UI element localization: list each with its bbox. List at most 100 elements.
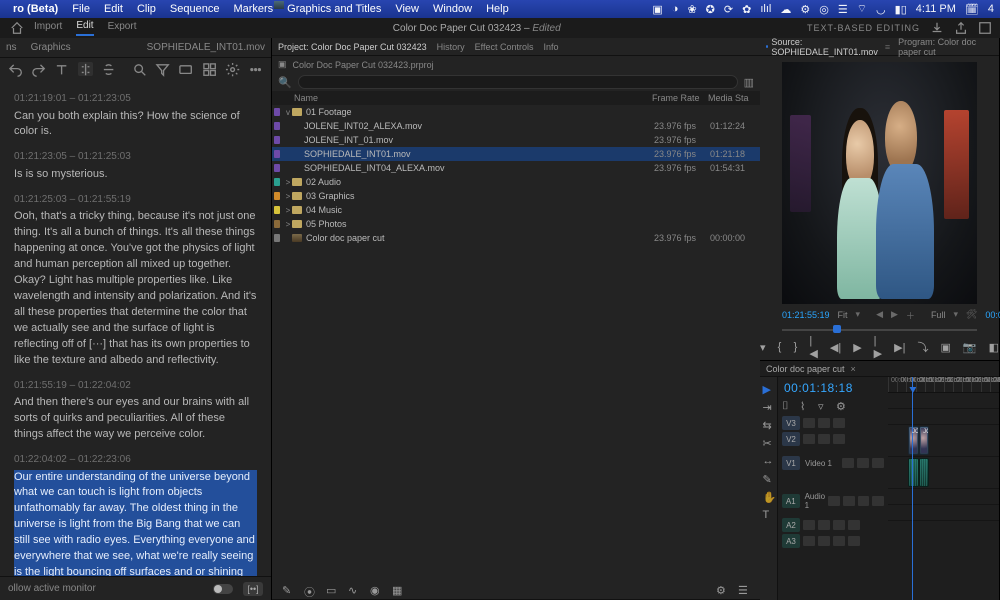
cc-icon[interactable] bbox=[178, 62, 193, 76]
project-row[interactable]: >04 Music bbox=[272, 203, 760, 217]
close-sequence-icon[interactable]: × bbox=[851, 364, 856, 374]
mark-out-icon[interactable]: } bbox=[793, 340, 797, 354]
track-toggle[interactable] bbox=[833, 418, 845, 428]
timeline-clip[interactable] bbox=[919, 458, 929, 487]
comparison-icon[interactable]: ◧ bbox=[989, 340, 999, 354]
menu-view[interactable]: View bbox=[388, 3, 426, 15]
insert-icon[interactable]: ⤵ bbox=[917, 340, 928, 354]
linked-icon[interactable]: ⌇ bbox=[800, 400, 812, 410]
menu-help[interactable]: Help bbox=[479, 3, 516, 15]
chevron-down-icon[interactable]: ▾ bbox=[856, 309, 861, 321]
ripple-tool-icon[interactable]: ⇆ bbox=[763, 419, 775, 431]
filter-icon[interactable] bbox=[155, 62, 170, 76]
fit-dropdown[interactable]: Fit bbox=[838, 310, 848, 320]
wheels-icon[interactable]: ◉ bbox=[370, 584, 382, 596]
info-tab[interactable]: Info bbox=[543, 42, 558, 52]
project-search-input[interactable] bbox=[298, 75, 738, 89]
video-canvas[interactable] bbox=[782, 62, 977, 304]
share-icon[interactable] bbox=[954, 21, 968, 35]
transcript-body[interactable]: 01:21:19:01 – 01:21:23:05Can you both ex… bbox=[0, 80, 271, 576]
timeline-lane[interactable] bbox=[888, 489, 999, 505]
video-track-header[interactable]: V1Video 1 bbox=[782, 447, 884, 479]
timeline-lane[interactable] bbox=[888, 393, 999, 409]
tray-icon[interactable]: ✿ bbox=[742, 3, 751, 16]
track-select-tool-icon[interactable]: ⇥ bbox=[763, 401, 775, 413]
project-row[interactable]: >02 Audio bbox=[272, 175, 760, 189]
export-frame-icon[interactable]: 📷 bbox=[963, 340, 977, 354]
type-tool-icon[interactable]: T bbox=[763, 509, 775, 521]
tray-icon[interactable]: ▣ bbox=[652, 3, 662, 16]
project-row[interactable]: JOLENE_INT02_ALEXA.mov23.976 fps01:12:24 bbox=[272, 119, 760, 133]
tray-icon[interactable]: ◎ bbox=[819, 3, 829, 16]
grid-icon[interactable] bbox=[202, 62, 217, 76]
undo-icon[interactable] bbox=[8, 62, 23, 76]
track-toggle[interactable] bbox=[848, 536, 860, 546]
strike-icon[interactable] bbox=[101, 62, 116, 76]
transcript-subtab[interactable]: ns bbox=[6, 42, 17, 53]
mask-icon[interactable]: ▭ bbox=[326, 584, 338, 596]
track-toggle[interactable] bbox=[858, 496, 870, 506]
scopes-icon[interactable]: ▦ bbox=[392, 584, 404, 596]
new-bin-icon[interactable]: ▥ bbox=[744, 76, 754, 89]
timeline-body[interactable]: 00:00:00:1800:00:29:1800:00:59:2200:01:2… bbox=[888, 377, 999, 600]
go-to-in-icon[interactable]: |◀ bbox=[809, 340, 817, 354]
track-toggle[interactable] bbox=[848, 520, 860, 530]
text-based-editing-label[interactable]: TEXT-BASED EDITING bbox=[807, 23, 920, 33]
mark-out-icon[interactable]: ▶ bbox=[891, 309, 898, 321]
history-tab[interactable]: History bbox=[437, 42, 465, 52]
project-row[interactable]: SOPHIEDALE_INT01.mov23.976 fps01:21:18 bbox=[272, 147, 760, 161]
menu-graphics[interactable]: Graphics and Titles bbox=[280, 3, 388, 15]
track-toggle[interactable] bbox=[803, 536, 815, 546]
project-list[interactable]: v01 FootageJOLENE_INT02_ALEXA.mov23.976 … bbox=[272, 105, 760, 245]
monitor-timecode-left[interactable]: 01:21:55:19 bbox=[782, 310, 830, 320]
project-row[interactable]: v01 Footage bbox=[272, 105, 760, 119]
track-toggle[interactable] bbox=[833, 536, 845, 546]
menu-file[interactable]: File bbox=[65, 3, 97, 15]
fullscreen-icon[interactable] bbox=[978, 21, 992, 35]
playhead[interactable] bbox=[912, 377, 913, 600]
play-icon[interactable]: ▶ bbox=[853, 340, 861, 354]
full-dropdown[interactable]: Full bbox=[931, 310, 946, 320]
track-toggle[interactable] bbox=[833, 434, 845, 444]
scrubber-handle[interactable] bbox=[833, 325, 841, 333]
audio-track-header[interactable]: A1Audio 1 bbox=[782, 485, 884, 517]
add-icon[interactable]: ＋ bbox=[906, 309, 915, 321]
tray-icon[interactable]: ☰ bbox=[838, 3, 848, 16]
timeline-lane[interactable] bbox=[888, 409, 999, 425]
project-row[interactable]: >05 Photos bbox=[272, 217, 760, 231]
track-toggle[interactable] bbox=[803, 434, 815, 444]
go-to-out-icon[interactable]: ▶| bbox=[894, 340, 905, 354]
razor-tool-icon[interactable]: ✂ bbox=[763, 437, 775, 449]
search-icon[interactable]: 🔍 bbox=[278, 76, 292, 89]
col-framerate[interactable]: Frame Rate bbox=[652, 93, 708, 103]
download-icon[interactable] bbox=[930, 21, 944, 35]
redo-icon[interactable] bbox=[31, 62, 46, 76]
overwrite-icon[interactable]: ▣ bbox=[940, 340, 950, 354]
markers-icon[interactable]: ▿ bbox=[818, 400, 830, 410]
tray-icon[interactable]: ◑ bbox=[672, 3, 679, 15]
curves-icon[interactable]: ∿ bbox=[348, 584, 360, 596]
wifi-icon[interactable]: ◡ bbox=[876, 3, 886, 16]
track-toggle[interactable] bbox=[818, 418, 830, 428]
monitor-timecode-right[interactable]: 00:02:21:09 bbox=[985, 310, 1000, 320]
step-fwd-icon[interactable]: |▶ bbox=[874, 340, 882, 354]
track-toggle[interactable] bbox=[833, 520, 845, 530]
effect-controls-tab[interactable]: Effect Controls bbox=[475, 42, 534, 52]
settings-icon[interactable]: ⚙ bbox=[716, 584, 728, 596]
chevron-down-icon[interactable]: ▾ bbox=[953, 309, 958, 321]
track-toggle[interactable] bbox=[818, 434, 830, 444]
video-track-header[interactable]: V2 bbox=[782, 431, 884, 447]
project-row[interactable]: Color doc paper cut23.976 fps00:00:00 bbox=[272, 231, 760, 245]
selection-tool-icon[interactable]: ▶ bbox=[763, 383, 775, 395]
step-back-icon[interactable]: ◀| bbox=[830, 340, 841, 354]
tray-icon[interactable]: ☁︎ bbox=[780, 3, 791, 16]
track-toggle[interactable] bbox=[818, 536, 830, 546]
more-icon[interactable] bbox=[248, 62, 263, 76]
audio-track-header[interactable]: A3 bbox=[782, 533, 884, 549]
project-row[interactable]: JOLENE_INT_01.mov23.976 fps bbox=[272, 133, 760, 147]
battery-icon[interactable]: ▮▯ bbox=[895, 3, 907, 16]
pen-tool-icon[interactable]: ✎ bbox=[763, 473, 775, 485]
split-icon[interactable] bbox=[78, 62, 93, 76]
col-name[interactable]: Name bbox=[276, 93, 652, 103]
insert-brackets-button[interactable]: [••] bbox=[243, 582, 263, 596]
